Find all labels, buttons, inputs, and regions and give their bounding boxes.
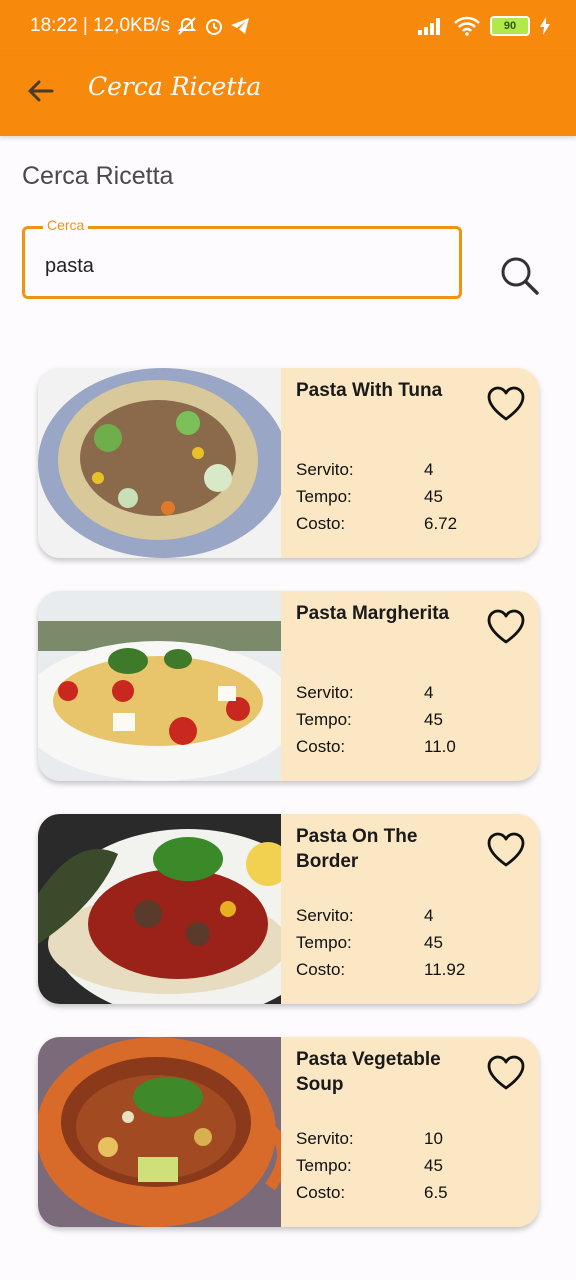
cost-value: 11.0 <box>424 736 456 756</box>
recipe-title: Pasta With Tuna <box>296 380 443 401</box>
time-label: Tempo: <box>296 932 352 952</box>
recipe-stats: Servito: 4 Tempo: 45 Costo: 6.72 <box>296 456 457 537</box>
cost-value: 6.72 <box>424 513 458 533</box>
recipe-image <box>38 1037 281 1227</box>
recipe-card[interactable]: Pasta On The Border Servito: 4 Tempo: 45 C… <box>38 814 539 1004</box>
recipe-info: Pasta Margherita Servito: 4 Tempo: 45 Cost… <box>281 591 539 781</box>
recipe-stats: Servito: 10 Tempo: 45 Costo: 6.5 <box>296 1125 448 1206</box>
heart-icon[interactable] <box>487 832 525 868</box>
recipe-info: Pasta With Tuna Servito: 4 Tempo: 45 Costo… <box>281 368 539 558</box>
servings-label: Servito: <box>296 905 354 925</box>
servings-label: Servito: <box>296 1128 354 1148</box>
recipe-title: Pasta On The Border <box>296 826 418 872</box>
recipe-image <box>38 368 281 558</box>
heart-icon[interactable] <box>487 1055 525 1091</box>
search-input[interactable]: pasta <box>45 255 94 278</box>
recipe-title: Pasta Margherita <box>296 603 450 624</box>
time-value: 45 <box>424 932 443 952</box>
wifi-icon <box>454 16 480 36</box>
cost-value: 11.92 <box>424 959 466 979</box>
search-field[interactable]: Cerca pasta <box>22 217 462 299</box>
heart-icon[interactable] <box>487 609 525 645</box>
status-time: 18:22 | 12,0KB/s <box>30 15 171 36</box>
page-title: Cerca Ricetta <box>22 162 174 190</box>
servings-value: 10 <box>424 1128 443 1148</box>
cost-label: Costo: <box>296 959 346 979</box>
recipe-image <box>38 591 281 781</box>
app-bar-title: Cerca Ricetta <box>88 72 262 101</box>
cost-label: Costo: <box>296 513 346 533</box>
search-icon[interactable] <box>498 254 542 298</box>
telegram-icon <box>231 18 250 34</box>
time-label: Tempo: <box>296 1155 352 1175</box>
time-value: 45 <box>424 1155 443 1175</box>
recipe-title: Pasta Vegetable Soup <box>296 1049 441 1095</box>
arrow-back-icon[interactable] <box>26 76 56 106</box>
recipe-image <box>38 814 281 1004</box>
servings-label: Servito: <box>296 459 354 479</box>
recipe-card[interactable]: Pasta Vegetable Soup Servito: 10 Tempo: 45… <box>38 1037 539 1227</box>
status-right: 90 <box>418 16 550 36</box>
servings-value: 4 <box>424 459 434 479</box>
servings-value: 4 <box>424 905 434 925</box>
time-value: 45 <box>424 709 443 729</box>
cost-value: 6.5 <box>424 1182 448 1202</box>
battery-indicator: 90 <box>490 16 530 36</box>
recipe-stats: Servito: 4 Tempo: 45 Costo: 11.92 <box>296 902 465 983</box>
servings-value: 4 <box>424 682 434 702</box>
alarm-icon <box>206 19 223 35</box>
app-bar: Cerca Ricetta <box>0 56 576 136</box>
mute-icon <box>177 17 197 35</box>
recipe-info: Pasta Vegetable Soup Servito: 10 Tempo: 45… <box>281 1037 539 1227</box>
time-label: Tempo: <box>296 486 352 506</box>
recipe-stats: Servito: 4 Tempo: 45 Costo: 11.0 <box>296 679 456 760</box>
cost-label: Costo: <box>296 736 346 756</box>
recipe-card[interactable]: Pasta With Tuna Servito: 4 Tempo: 45 Costo… <box>38 368 539 558</box>
status-bar: 18:22 | 12,0KB/s 90 <box>0 0 576 56</box>
recipe-info: Pasta On The Border Servito: 4 Tempo: 45 C… <box>281 814 539 1004</box>
servings-label: Servito: <box>296 682 354 702</box>
time-label: Tempo: <box>296 709 352 729</box>
status-left: 18:22 | 12,0KB/s <box>30 15 250 37</box>
charging-icon <box>540 17 550 35</box>
signal-icon <box>418 18 440 35</box>
search-label: Cerca <box>43 217 89 233</box>
time-value: 45 <box>424 486 443 506</box>
recipe-card[interactable]: Pasta Margherita Servito: 4 Tempo: 45 Cost… <box>38 591 539 781</box>
heart-icon[interactable] <box>487 386 525 422</box>
cost-label: Costo: <box>296 1182 346 1202</box>
